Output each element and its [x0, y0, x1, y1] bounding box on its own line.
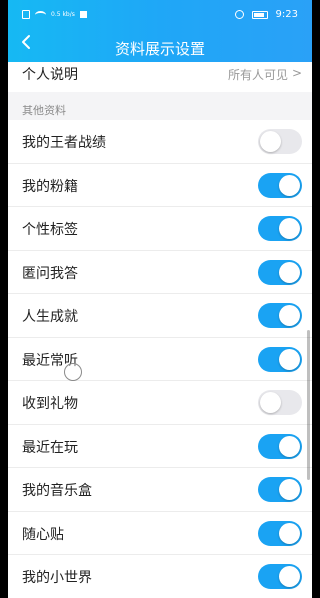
setting-label: 匿问我答: [22, 265, 78, 282]
list-item: 我的王者战绩: [8, 120, 312, 164]
personal-description-row[interactable]: 个人说明 所有人可见 >: [8, 62, 312, 92]
toggle-knob: [260, 392, 281, 413]
clock: 9:23: [275, 9, 298, 20]
phone-screen: 0.5 kb/s 9:23 资料展示设置 个人说明 所有人可见 > 其他资料 我…: [8, 0, 312, 598]
list-item: 最近常听: [8, 338, 312, 381]
toggle-knob: [279, 348, 300, 370]
toggle-switch[interactable]: [258, 477, 302, 502]
setting-label: 人生成就: [22, 309, 78, 325]
list-item: 我的小世界: [8, 555, 312, 598]
status-bar: 0.5 kb/s 9:23: [8, 0, 312, 30]
network-speed: 0.5 kb/s: [51, 10, 75, 18]
toggle-knob: [260, 131, 281, 152]
toggle-switch[interactable]: [258, 520, 302, 546]
setting-label: 我的音乐盒: [22, 483, 92, 499]
toggle-knob: [279, 261, 300, 283]
toggle-switch[interactable]: [258, 216, 302, 241]
setting-label: 我的小世界: [22, 570, 92, 586]
toggle-knob: [279, 305, 300, 326]
personal-description-value: 所有人可见: [227, 68, 288, 82]
toggle-switch[interactable]: [258, 346, 302, 372]
toggle-switch[interactable]: [258, 390, 302, 415]
list-item: 收到礼物: [8, 381, 312, 425]
list-item: 匿问我答: [8, 251, 312, 294]
page-title: 资料展示设置: [114, 40, 205, 58]
list-item: 我的粉籍: [8, 164, 312, 207]
touch-indicator: [64, 363, 82, 381]
settings-content: 个人说明 所有人可见 > 其他资料 我的王者战绩 我的粉籍个性标签匿问我答人生成就…: [8, 62, 312, 598]
toggle-switch[interactable]: [258, 433, 302, 459]
settings-list: 我的王者战绩 我的粉籍个性标签匿问我答人生成就最近常听收到礼物最近在玩我的音乐盒随…: [8, 120, 312, 598]
list-item: 人生成就: [8, 294, 312, 338]
setting-label: 我的王者战绩: [22, 135, 106, 151]
toggle-switch[interactable]: [258, 564, 302, 589]
title-bar: 0.5 kb/s 9:23 资料展示设置: [8, 0, 312, 62]
toggle-switch[interactable]: [258, 172, 302, 198]
toggle-knob: [279, 566, 300, 587]
setting-label: 随心贴: [22, 526, 64, 543]
toggle-switch[interactable]: [258, 259, 302, 285]
toggle-knob: [279, 174, 300, 196]
wifi-icon: [35, 10, 46, 19]
list-item: 个性标签: [8, 207, 312, 251]
setting-label: 收到礼物: [22, 396, 78, 412]
list-item: 随心贴: [8, 512, 312, 555]
battery-icon: [251, 10, 268, 19]
toggle-knob: [279, 479, 300, 500]
notification-icon: [22, 10, 30, 19]
scrollbar[interactable]: [307, 330, 310, 480]
setting-label: 我的粉籍: [22, 178, 78, 195]
toggle-switch[interactable]: [258, 303, 302, 328]
toggle-knob: [279, 522, 300, 544]
setting-label: 个性标签: [22, 222, 78, 238]
mute-icon: [234, 10, 244, 19]
list-item: 我的音乐盒: [8, 468, 312, 512]
message-icon: [79, 11, 87, 18]
personal-description-label: 个人说明: [22, 67, 78, 83]
chevron-right-icon: >: [291, 66, 302, 80]
setting-label: 最近在玩: [22, 439, 78, 456]
section-header: 其他资料: [8, 92, 312, 120]
toggle-knob: [279, 218, 300, 239]
toggle-knob: [279, 435, 300, 457]
list-item: 最近在玩: [8, 425, 312, 468]
toggle-switch[interactable]: [258, 129, 302, 154]
